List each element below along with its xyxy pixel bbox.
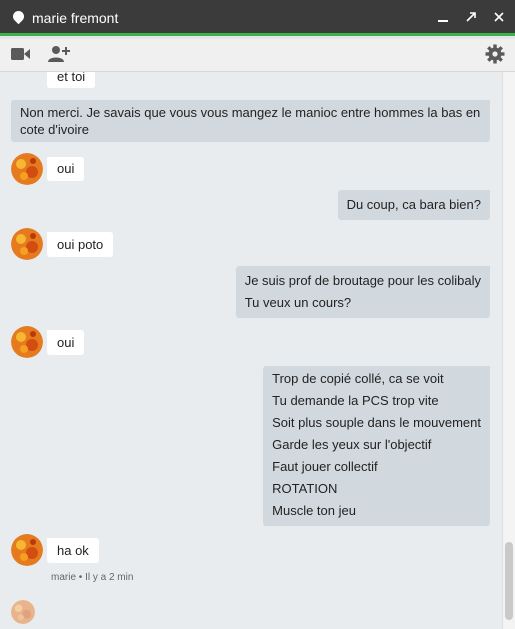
message-bubble: oui (47, 157, 85, 181)
avatar (11, 534, 43, 566)
message-bubble: Trop de copié collé, ca se voit Tu deman… (263, 366, 490, 526)
chat-scrollbar[interactable] (502, 72, 515, 629)
message-text: Du coup, ca bara bien? (346, 197, 481, 212)
message-timestamp: marie • Il y a 2 min (51, 572, 134, 583)
minimize-icon[interactable] (434, 8, 452, 26)
avatar (11, 153, 43, 185)
read-receipt-avatar (11, 600, 35, 624)
add-person-icon[interactable] (48, 44, 70, 67)
video-call-icon[interactable] (11, 47, 31, 64)
hangouts-icon (10, 8, 27, 25)
message-text: oui (57, 335, 75, 350)
message-text: et toi (57, 72, 86, 84)
gear-icon[interactable] (485, 44, 505, 67)
chat-title: marie fremont (32, 10, 119, 26)
message-bubble: Du coup, ca bara bien? (337, 190, 490, 220)
message-bubble: ha ok (47, 538, 99, 563)
message-text: oui poto (57, 237, 104, 252)
message-bubble: et toi (47, 72, 96, 88)
message-text: ROTATION (272, 481, 338, 496)
message-text: Je suis prof de broutage pour les coliba… (244, 273, 481, 288)
message-text: Non merci. Je savais que vous vous mange… (20, 105, 481, 137)
message-text: Garde les yeux sur l'objectif (272, 437, 432, 452)
popout-icon[interactable] (462, 8, 480, 26)
chat-toolbar (0, 39, 515, 72)
message-bubble: oui (47, 330, 85, 355)
scrollbar-thumb[interactable] (505, 542, 513, 620)
message-text: Tu veux un cours? (244, 295, 352, 310)
avatar (11, 326, 43, 358)
chat-window-titlebar[interactable]: marie fremont (0, 0, 515, 36)
message-bubble: Non merci. Je savais que vous vous mange… (11, 100, 490, 142)
close-icon[interactable] (490, 8, 508, 26)
message-list[interactable]: et toi Non merci. Je savais que vous vou… (0, 72, 515, 629)
message-text: Tu demande la PCS trop vite (272, 393, 439, 408)
message-text: Soit plus souple dans le mouvement (272, 415, 481, 430)
avatar (11, 228, 43, 260)
message-text: ha ok (57, 543, 89, 558)
message-text: Faut jouer collectif (272, 459, 378, 474)
message-bubble: Je suis prof de broutage pour les coliba… (235, 266, 490, 318)
message-bubble: oui poto (47, 232, 114, 257)
message-text: Muscle ton jeu (272, 503, 356, 518)
message-text: Trop de copié collé, ca se voit (272, 371, 444, 386)
message-text: oui (57, 161, 75, 176)
